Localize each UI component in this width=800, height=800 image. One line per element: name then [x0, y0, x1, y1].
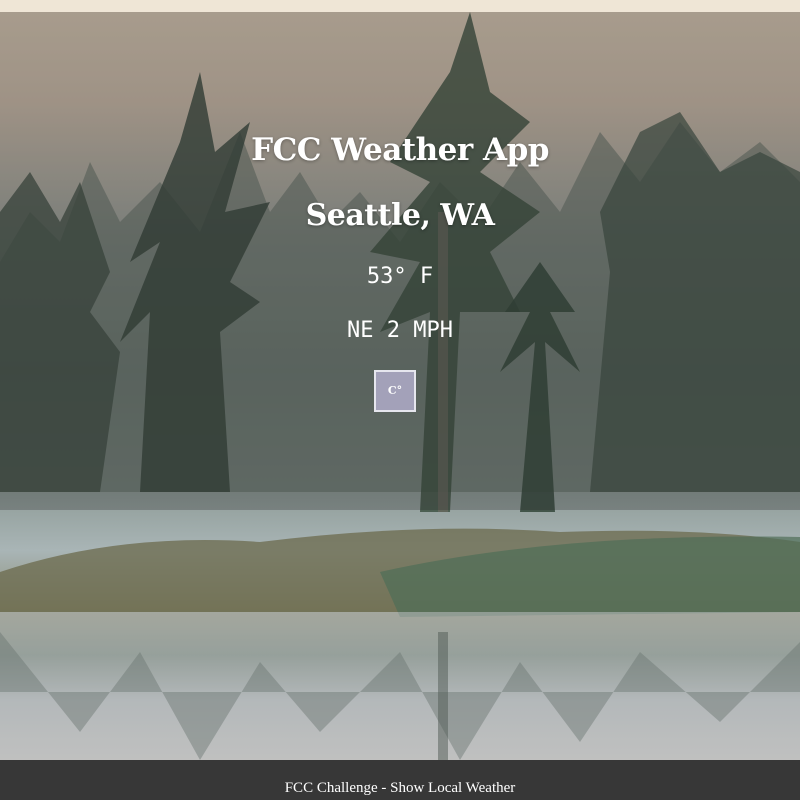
wind-readout: NE 2 MPH [347, 318, 453, 343]
temperature-readout: 53° F [366, 264, 434, 289]
app-title: FCC Weather App [251, 132, 549, 168]
top-strip [0, 0, 800, 12]
weather-card: FCC Weather App Seattle, WA 53° F NE 2 M… [0, 12, 800, 510]
location-label: Seattle, WA [305, 198, 495, 233]
footer: FCC Challenge - Show Local Weather [0, 760, 800, 800]
weather-app-page: FCC Weather App Seattle, WA 53° F NE 2 M… [0, 0, 800, 800]
unit-toggle-button[interactable]: C° [374, 370, 416, 412]
footer-text: FCC Challenge - Show Local Weather [284, 780, 516, 796]
